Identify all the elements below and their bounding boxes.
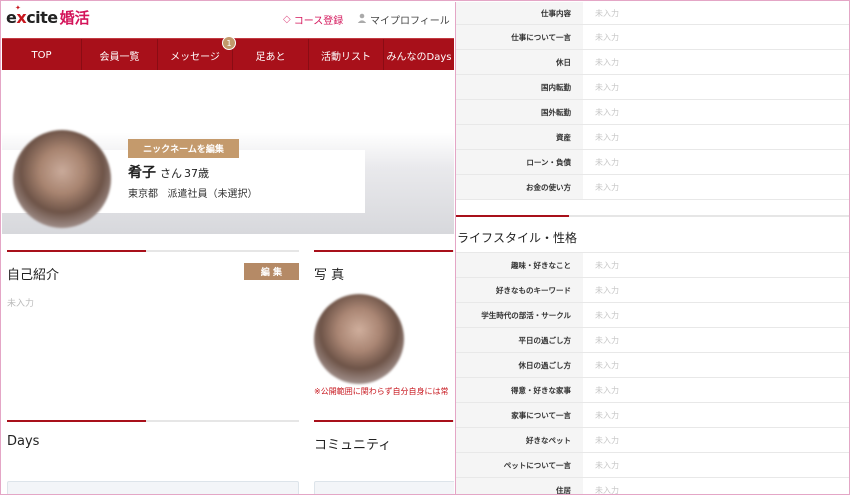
nav-footprints[interactable]: 足あと [233, 39, 309, 71]
detail-row-favorite-keywords: 好きなものキーワード 未入力 [456, 278, 849, 303]
nav-members[interactable]: 会員一覧 [82, 39, 158, 71]
logo-star-icon: ✦ [15, 4, 21, 12]
nav-top[interactable]: TOP [2, 39, 82, 71]
detail-row-weekdays: 平日の過ごし方 未入力 [456, 328, 849, 353]
detail-row-weekends: 休日の過ごし方 未入力 [456, 353, 849, 378]
profile-photo[interactable] [314, 294, 404, 384]
lifestyle-title: ライフスタイル・性格 [457, 231, 578, 245]
detail-row-overseas-transfer: 国外転勤 未入力 [456, 100, 849, 125]
detail-row-job-content: 仕事内容 未入力 [456, 2, 849, 25]
detail-row-loans: ローン・負債 未入力 [456, 150, 849, 175]
detail-row-domestic-transfer: 国内転勤 未入力 [456, 75, 849, 100]
nav-messages[interactable]: メッセージ 1 [158, 36, 236, 71]
diamond-icon: ◇ [283, 14, 291, 25]
detail-row-job-comment: 仕事について一言 未入力 [456, 25, 849, 50]
main-nav: TOP 会員一覧 メッセージ 1 足あと 活動リスト みんなのDays [2, 36, 454, 71]
self-intro-section: 自己紹介 編 集 未入力 [7, 250, 299, 309]
days-section: Days [7, 420, 299, 494]
self-intro-body: 未入力 [7, 299, 35, 309]
person-icon [357, 13, 367, 26]
my-profile-link[interactable]: マイプロフィール [357, 12, 450, 27]
self-intro-title: 自己紹介 [7, 268, 60, 283]
detail-row-housework-comment: 家事について一言 未入力 [456, 403, 849, 428]
detail-row-hobbies: 趣味・好きなこと 未入力 [456, 253, 849, 278]
screenshot-frame: ✦ excite 婚活 ◇ コース登録 マイプロフィール TOP 会員一覧 メッ… [0, 0, 850, 495]
site-header: ✦ excite 婚活 ◇ コース登録 マイプロフィール [2, 2, 454, 37]
community-content-box [314, 481, 454, 494]
photo-visibility-note: ※公開範囲に関わらず自分自身には常 [314, 387, 449, 396]
detail-row-holiday: 休日 未入力 [456, 50, 849, 75]
photo-section: 写 真 ※公開範囲に関わらず自分自身には常 [314, 250, 454, 396]
logo-konkatsu-text: 婚活 [59, 9, 90, 27]
days-content-box [7, 481, 299, 494]
community-section: コミュニティ [314, 420, 454, 494]
detail-row-favorite-pet: 好きなペット 未入力 [456, 428, 849, 453]
course-register-link[interactable]: ◇ コース登録 [283, 12, 343, 27]
profile-location-job: 東京都 派遣社員（未選択） [128, 189, 258, 200]
detail-row-pet-comment: ペットについて一言 未入力 [456, 453, 849, 478]
lifestyle-section-header: ライフスタイル・性格 [456, 215, 849, 253]
detail-row-spending: お金の使い方 未入力 [456, 175, 849, 200]
days-title: Days [7, 434, 40, 449]
profile-page-pane: ✦ excite 婚活 ◇ コース登録 マイプロフィール TOP 会員一覧 メッ… [2, 2, 454, 494]
photo-title: 写 真 [314, 268, 345, 283]
community-title: コミュニティ [314, 438, 392, 453]
detail-row-housework-skill: 得意・好きな家事 未入力 [456, 378, 849, 403]
edit-nickname-button[interactable]: ニックネームを編集 [128, 139, 239, 158]
nav-everyones-days[interactable]: みんなのDays [384, 39, 454, 71]
profile-name: 肴子 さん 37歳 [128, 165, 209, 181]
profile-avatar[interactable] [13, 130, 111, 228]
excite-konkatsu-logo[interactable]: ✦ excite 婚活 [6, 4, 90, 28]
detail-row-school-clubs: 学生時代の部活・サークル 未入力 [456, 303, 849, 328]
detail-row-residence: 住居 未入力 [456, 478, 849, 494]
profile-details-pane: 仕事内容 未入力 仕事について一言 未入力 休日 未入力 国内転勤 未入力 国外… [455, 2, 849, 494]
nav-activity-list[interactable]: 活動リスト [309, 39, 384, 71]
profile-hero: ニックネームを編集 肴子 さん 37歳 東京都 派遣社員（未選択） [2, 70, 454, 234]
detail-row-assets: 資産 未入力 [456, 125, 849, 150]
edit-self-intro-button[interactable]: 編 集 [244, 263, 299, 280]
